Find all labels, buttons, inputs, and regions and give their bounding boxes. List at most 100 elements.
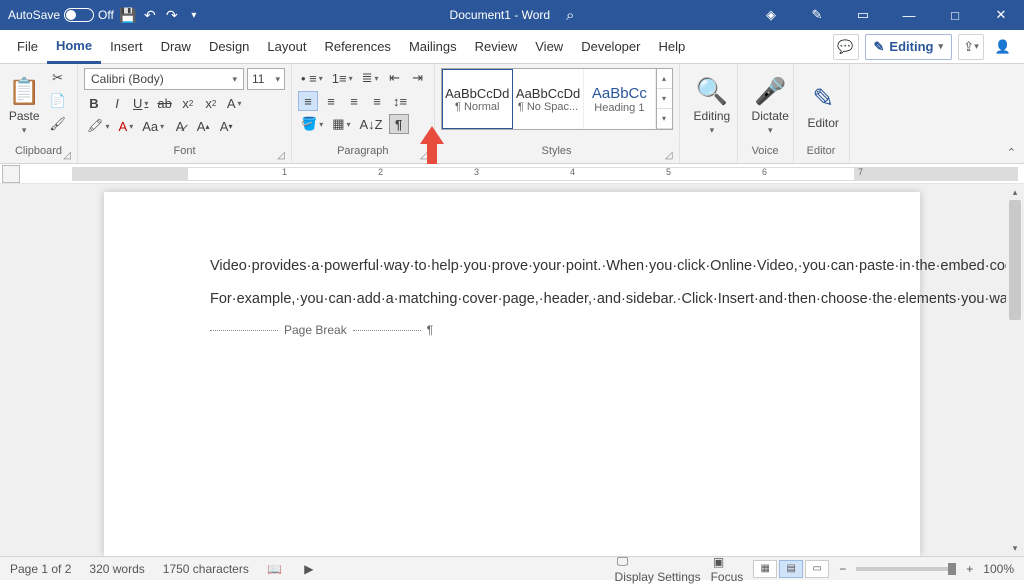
- wand-icon[interactable]: ✎: [794, 0, 840, 30]
- ribbon-display-icon[interactable]: ▭: [840, 0, 886, 30]
- spellcheck-icon[interactable]: 📖: [267, 561, 283, 577]
- document-area[interactable]: Video·provides·a·powerful·way·to·help·yo…: [0, 184, 1024, 556]
- tab-insert[interactable]: Insert: [101, 30, 152, 64]
- styles-gallery[interactable]: AaBbCcDd ¶ Normal AaBbCcDd ¶ No Spac... …: [441, 68, 673, 130]
- group-font: Calibri (Body)▾ 11▾ B I U▾ ab x2 x2 A▾ 🖍…: [78, 64, 292, 163]
- cut-icon[interactable]: ✂: [46, 68, 69, 88]
- collapse-ribbon-icon[interactable]: ⌃: [1007, 146, 1016, 159]
- tab-mailings[interactable]: Mailings: [400, 30, 466, 64]
- style-heading-1[interactable]: AaBbCc Heading 1: [584, 69, 655, 129]
- tab-references[interactable]: References: [315, 30, 399, 64]
- sort-button[interactable]: A↓Z: [357, 114, 386, 134]
- tab-review[interactable]: Review: [466, 30, 527, 64]
- paragraph[interactable]: For·example,·you·can·add·a·matching·cove…: [210, 289, 814, 310]
- align-left-button[interactable]: ≡: [298, 91, 318, 111]
- search-icon[interactable]: ⌕: [566, 7, 574, 24]
- tab-draw[interactable]: Draw: [152, 30, 200, 64]
- tab-selector[interactable]: [2, 165, 20, 183]
- char-count[interactable]: 1750 characters: [163, 562, 249, 576]
- editing-find-button[interactable]: 🔍 Editing ▾: [686, 68, 739, 144]
- page[interactable]: Video·provides·a·powerful·way·to·help·yo…: [104, 192, 920, 556]
- align-center-button[interactable]: ≡: [321, 91, 341, 111]
- editing-mode-button[interactable]: ✎ Editing ▾: [865, 34, 952, 60]
- bullets-button[interactable]: • ≡▾: [298, 68, 326, 88]
- ruler[interactable]: 1 2 3 4 5 6 7: [0, 164, 1024, 184]
- font-name-combo[interactable]: Calibri (Body)▾: [84, 68, 244, 90]
- align-right-button[interactable]: ≡: [344, 91, 364, 111]
- tab-help[interactable]: Help: [649, 30, 694, 64]
- dictate-button[interactable]: 🎤 Dictate ▾: [744, 68, 797, 144]
- dialog-launcher-icon[interactable]: ◿: [277, 150, 285, 161]
- font-color-button[interactable]: A▾: [116, 116, 137, 136]
- dialog-launcher-icon[interactable]: ◿: [665, 150, 673, 161]
- format-painter-icon[interactable]: 🖌: [46, 114, 69, 134]
- copy-icon[interactable]: 📄: [46, 91, 69, 111]
- redo-icon[interactable]: ↷: [164, 7, 180, 23]
- autosave-toggle[interactable]: AutoSave Off: [8, 8, 114, 22]
- strikethrough-button[interactable]: ab: [154, 93, 174, 113]
- tab-home[interactable]: Home: [47, 30, 101, 64]
- decrease-indent-button[interactable]: ⇤: [385, 68, 405, 88]
- dialog-launcher-icon[interactable]: ◿: [63, 150, 71, 161]
- multilevel-list-button[interactable]: ≣▾: [359, 68, 382, 88]
- justify-button[interactable]: ≡: [367, 91, 387, 111]
- web-layout-button[interactable]: ▭: [805, 560, 829, 578]
- underline-button[interactable]: U▾: [130, 93, 151, 113]
- undo-icon[interactable]: ↶: [142, 7, 158, 23]
- page-indicator[interactable]: Page 1 of 2: [10, 562, 71, 576]
- display-settings[interactable]: 🖵 Display Settings: [615, 554, 701, 584]
- superscript-button[interactable]: x2: [201, 93, 221, 113]
- editor-button[interactable]: ✎ Editor: [800, 68, 847, 144]
- bold-button[interactable]: B: [84, 93, 104, 113]
- numbering-button[interactable]: 1≡▾: [329, 68, 356, 88]
- tab-layout[interactable]: Layout: [258, 30, 315, 64]
- tab-view[interactable]: View: [526, 30, 572, 64]
- grow-font-button[interactable]: A▴: [193, 116, 213, 136]
- comments-icon[interactable]: 💬: [833, 34, 859, 60]
- shading-button[interactable]: 🪣▾: [298, 114, 326, 134]
- tab-developer[interactable]: Developer: [572, 30, 649, 64]
- account-icon[interactable]: 👤: [990, 34, 1016, 60]
- save-icon[interactable]: 💾: [120, 7, 136, 23]
- style-no-spacing[interactable]: AaBbCcDd ¶ No Spac...: [513, 69, 584, 129]
- scroll-thumb[interactable]: [1009, 200, 1021, 320]
- dialog-launcher-icon[interactable]: ◿: [420, 150, 428, 161]
- qat-customize-icon[interactable]: ▾: [186, 7, 202, 23]
- paragraph[interactable]: Video·provides·a·powerful·way·to·help·yo…: [210, 256, 814, 277]
- zoom-slider[interactable]: [856, 567, 956, 571]
- italic-button[interactable]: I: [107, 93, 127, 113]
- increase-indent-button[interactable]: ⇥: [408, 68, 428, 88]
- maximize-button[interactable]: □: [932, 0, 978, 30]
- share-icon[interactable]: ⇪▾: [958, 34, 984, 60]
- close-button[interactable]: ✕: [978, 0, 1024, 30]
- macro-icon[interactable]: ▶: [301, 561, 317, 577]
- read-mode-button[interactable]: ▦: [753, 560, 777, 578]
- print-layout-button[interactable]: ▤: [779, 560, 803, 578]
- diamond-icon[interactable]: ◈: [748, 0, 794, 30]
- tab-design[interactable]: Design: [200, 30, 258, 64]
- autosave-switch[interactable]: [64, 8, 94, 22]
- line-spacing-button[interactable]: ↕≡: [390, 91, 410, 111]
- styles-scroll[interactable]: ▴▾▾: [656, 69, 672, 129]
- vertical-scrollbar[interactable]: ▴ ▾: [1006, 184, 1024, 556]
- zoom-out-button[interactable]: −: [839, 562, 846, 576]
- minimize-button[interactable]: —: [886, 0, 932, 30]
- highlight-button[interactable]: 🖍▾: [84, 116, 113, 136]
- zoom-level[interactable]: 100%: [983, 562, 1014, 576]
- scroll-up-icon[interactable]: ▴: [1006, 184, 1024, 200]
- show-hide-marks-button[interactable]: ¶: [389, 114, 409, 134]
- paste-button[interactable]: 📋 Paste ▾: [6, 68, 42, 144]
- subscript-button[interactable]: x2: [178, 93, 198, 113]
- clear-formatting-button[interactable]: A̷: [170, 116, 190, 136]
- font-size-combo[interactable]: 11▾: [247, 68, 285, 90]
- focus-mode[interactable]: ▣ Focus: [711, 554, 744, 584]
- tab-file[interactable]: File: [8, 30, 47, 64]
- word-count[interactable]: 320 words: [89, 562, 144, 576]
- scroll-down-icon[interactable]: ▾: [1006, 540, 1024, 556]
- style-normal[interactable]: AaBbCcDd ¶ Normal: [442, 69, 513, 129]
- zoom-in-button[interactable]: +: [966, 562, 973, 576]
- text-effects-button[interactable]: A▾: [224, 93, 245, 113]
- borders-button[interactable]: ▦▾: [329, 114, 353, 134]
- shrink-font-button[interactable]: A▾: [216, 116, 236, 136]
- change-case-button[interactable]: Aa▾: [139, 116, 167, 136]
